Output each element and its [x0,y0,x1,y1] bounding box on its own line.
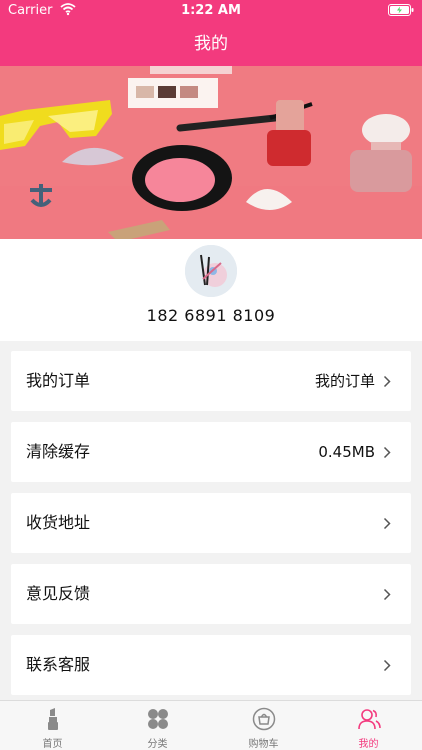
tab-category[interactable]: 分类 [105,701,210,750]
navigation-bar: 我的 [0,22,422,66]
menu-item-clear-cache[interactable]: 清除缓存 0.45MB [11,422,411,482]
menu-item-my-orders[interactable]: 我的订单 我的订单 [11,351,411,411]
category-grid-icon [148,709,168,729]
avatar[interactable] [185,245,237,297]
menu-item-feedback[interactable]: 意见反馈 [11,564,411,624]
chevron-right-icon [383,588,391,601]
menu-item-label: 清除缓存 [26,442,91,461]
menu-item-label: 联系客服 [26,655,91,674]
chevron-right-icon [383,517,391,530]
menu-item-customer-service[interactable]: 联系客服 [11,635,411,695]
banner-image [0,66,422,239]
profile-section: 182 6891 8109 [0,239,422,341]
menu-item-label: 收货地址 [26,513,91,532]
page-title: 我的 [194,34,228,54]
user-phone-number: 182 6891 8109 [146,306,276,325]
tab-label: 首页 [42,739,63,750]
battery-icon [388,4,414,16]
tab-bar: 首页 分类 购物车 我的 [0,700,422,750]
tab-cart[interactable]: 购物车 [211,701,316,750]
tab-home[interactable]: 首页 [0,701,105,750]
chevron-right-icon [383,446,391,459]
user-icon [358,709,381,730]
menu-item-label: 意见反馈 [26,584,91,603]
lipstick-icon [48,708,58,730]
chevron-right-icon [383,659,391,672]
clock: 1:22 AM [181,3,241,18]
menu-item-shipping-address[interactable]: 收货地址 [11,493,411,553]
menu-item-value: 我的订单 [314,372,375,390]
cache-size-value: 0.45MB [318,443,375,461]
cart-bag-icon [252,707,276,731]
tab-label: 分类 [147,739,168,750]
tab-label: 我的 [358,739,379,750]
status-bar: Carrier 1:22 AM [0,0,422,22]
menu-item-label: 我的订单 [26,371,91,390]
tab-label: 购物车 [248,739,279,750]
chevron-right-icon [383,375,391,388]
tab-mine[interactable]: 我的 [316,701,421,750]
